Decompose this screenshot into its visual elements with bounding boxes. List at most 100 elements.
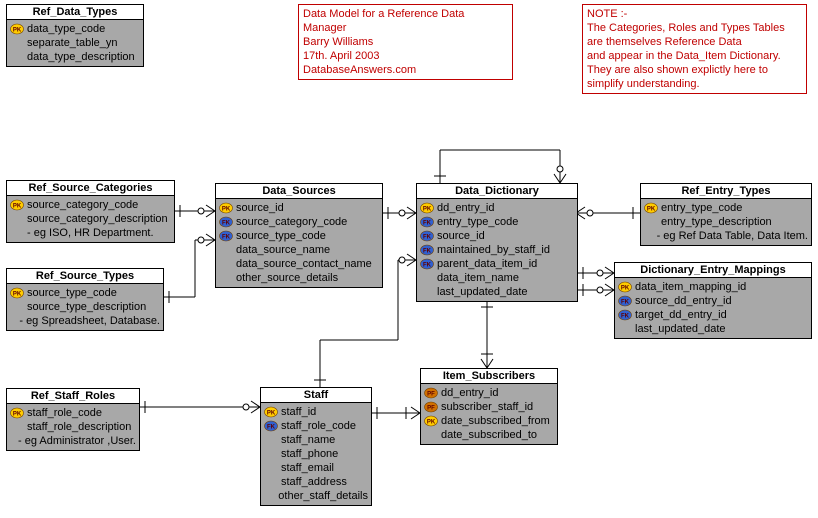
key-icon: PK xyxy=(420,202,434,214)
entity-title: Data_Sources xyxy=(216,184,382,199)
entity-title: Data_Dictionary xyxy=(417,184,577,199)
column-row: PKstaff_role_code xyxy=(7,406,139,420)
svg-text:PK: PK xyxy=(423,207,432,213)
column-name: source_type_code xyxy=(27,286,117,300)
column-name: - eg Ref Data Table, Data Item. xyxy=(657,229,808,243)
note-line: They are also shown explictly here to xyxy=(587,63,802,77)
entity-data-sources: Data_Sources PKsource_idFKsource_category… xyxy=(215,183,383,288)
column-row: entry_type_description xyxy=(641,215,811,229)
column-name: entry_type_description xyxy=(661,215,772,229)
note-line: Barry Williams xyxy=(303,35,508,49)
key-icon: PK xyxy=(424,415,438,427)
key-icon: FK xyxy=(219,216,233,228)
column-name: source_id xyxy=(236,201,284,215)
column-name: parent_data_item_id xyxy=(437,257,537,271)
column-row: PF dd_entry_id xyxy=(421,386,557,400)
key-icon: FK xyxy=(618,295,632,307)
key-icon: PK xyxy=(10,199,24,211)
column-row: - eg ISO, HR Department. xyxy=(7,226,174,240)
column-row: date_subscribed_to xyxy=(421,428,557,442)
key-icon: FK xyxy=(219,230,233,242)
column-row: last_updated_date xyxy=(417,285,577,299)
key-icon: FK xyxy=(420,258,434,270)
svg-text:PK: PK xyxy=(13,28,22,34)
column-row: FKtarget_dd_entry_id xyxy=(615,308,811,322)
column-row: PK source_type_code xyxy=(7,286,163,300)
column-row: data_source_contact_name xyxy=(216,257,382,271)
column-row: data_type_description xyxy=(7,50,143,64)
column-row: data_item_name xyxy=(417,271,577,285)
svg-text:PK: PK xyxy=(13,412,22,418)
column-name: dd_entry_id xyxy=(441,386,499,400)
column-name: staff_phone xyxy=(281,447,338,461)
entity-ref-source-categories: Ref_Source_Categories PK source_category_c… xyxy=(6,180,175,243)
column-row: - eg Administrator ,User. xyxy=(7,434,139,448)
column-row: staff_phone xyxy=(261,447,371,461)
column-name: data_item_mapping_id xyxy=(635,280,746,294)
key-icon: PK xyxy=(10,287,24,299)
column-name: source_type_code xyxy=(236,229,326,243)
entity-title: Ref_Staff_Roles xyxy=(7,389,139,404)
column-row: - eg Spreadsheet, Database. xyxy=(7,314,163,328)
column-row: PKdd_entry_id xyxy=(417,201,577,215)
key-icon: FK xyxy=(420,244,434,256)
entity-ref-data-types: Ref_Data_TypesPKdata_type_codeseparate_t… xyxy=(6,4,144,67)
key-icon: PK xyxy=(618,281,632,293)
column-row: staff_name xyxy=(261,433,371,447)
column-name: date_subscribed_from xyxy=(441,414,550,428)
column-row: data_source_name xyxy=(216,243,382,257)
erd-canvas: Data Model for a Reference Data Manager … xyxy=(0,0,818,518)
column-row: - eg Ref Data Table, Data Item. xyxy=(641,229,811,243)
column-name: source_category_code xyxy=(27,198,138,212)
svg-text:PK: PK xyxy=(13,292,22,298)
column-name: entry_type_code xyxy=(437,215,518,229)
svg-text:FK: FK xyxy=(423,263,432,269)
column-name: subscriber_staff_id xyxy=(441,400,533,414)
column-row: PKdata_item_mapping_id xyxy=(615,280,811,294)
column-name: staff_name xyxy=(281,433,335,447)
column-name: staff_address xyxy=(281,475,347,489)
column-name: data_source_name xyxy=(236,243,330,257)
column-name: - eg Spreadsheet, Database. xyxy=(19,314,160,328)
column-name: other_source_details xyxy=(236,271,338,285)
svg-text:FK: FK xyxy=(423,221,432,227)
column-name: target_dd_entry_id xyxy=(635,308,727,322)
key-icon: PF xyxy=(424,401,438,413)
column-name: last_updated_date xyxy=(635,322,726,336)
column-row: staff_role_description xyxy=(7,420,139,434)
key-icon: PK xyxy=(10,23,24,35)
column-name: entry_type_code xyxy=(661,201,742,215)
svg-text:FK: FK xyxy=(423,235,432,241)
entity-title: Ref_Source_Categories xyxy=(7,181,174,196)
svg-text:FK: FK xyxy=(222,221,231,227)
svg-text:PF: PF xyxy=(427,392,435,398)
key-icon: PK xyxy=(264,406,278,418)
entity-title: Ref_Entry_Types xyxy=(641,184,811,199)
entity-ref-entry-types: Ref_Entry_Types PKentry_type_codeentry_ty… xyxy=(640,183,812,246)
column-row: FKstaff_role_code xyxy=(261,419,371,433)
column-name: staff_email xyxy=(281,461,334,475)
column-name: other_staff_details xyxy=(278,489,368,503)
svg-text:PK: PK xyxy=(427,420,436,426)
column-row: FKmaintained_by_staff_id xyxy=(417,243,577,257)
key-icon: PK xyxy=(219,202,233,214)
svg-text:PK: PK xyxy=(267,411,276,417)
entity-title: Staff xyxy=(261,388,371,403)
key-icon: PK xyxy=(644,202,658,214)
key-icon: FK xyxy=(264,420,278,432)
column-row: PK source_category_code xyxy=(7,198,174,212)
column-name: data_item_name xyxy=(437,271,519,285)
column-row: staff_address xyxy=(261,475,371,489)
column-name: source_id xyxy=(437,229,485,243)
column-name: data_type_code xyxy=(27,22,105,36)
svg-text:FK: FK xyxy=(222,235,231,241)
title-note: Data Model for a Reference Data Manager … xyxy=(298,4,513,80)
svg-text:FK: FK xyxy=(423,249,432,255)
key-icon: FK xyxy=(420,216,434,228)
column-row: PKentry_type_code xyxy=(641,201,811,215)
column-row: FKsource_category_code xyxy=(216,215,382,229)
svg-text:FK: FK xyxy=(621,300,630,306)
column-row: staff_email xyxy=(261,461,371,475)
svg-text:PK: PK xyxy=(13,204,22,210)
note-line: are themselves Reference Data xyxy=(587,35,802,49)
